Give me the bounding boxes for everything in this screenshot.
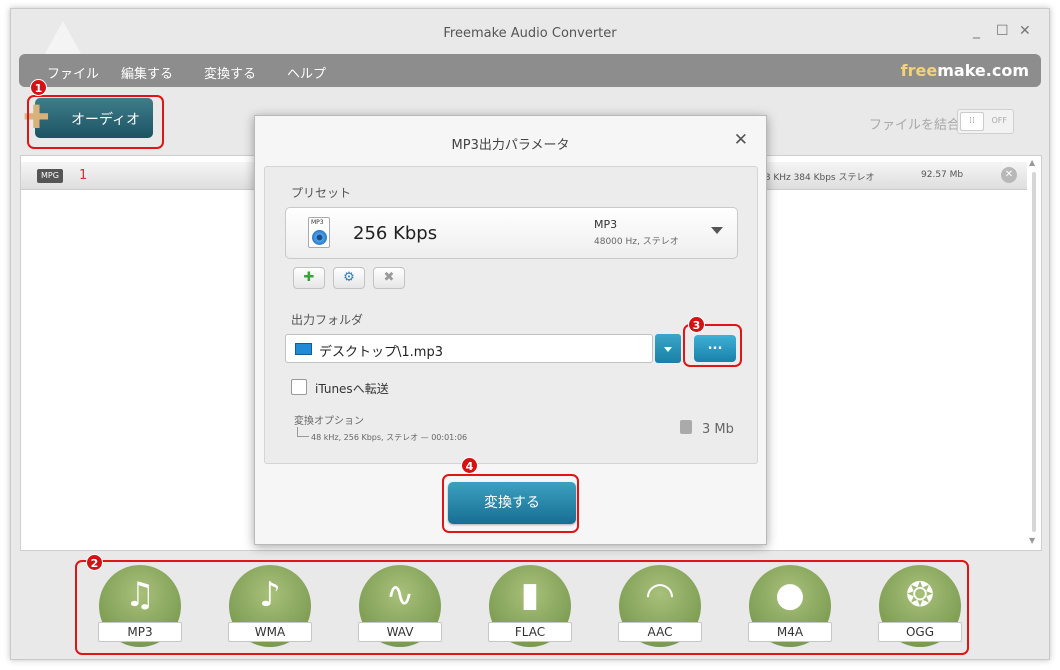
- menu-edit[interactable]: 編集する: [121, 63, 173, 82]
- add-preset-button[interactable]: ✚: [293, 267, 325, 289]
- output-folder-label: 出力フォルダ: [291, 313, 364, 327]
- minimize-button[interactable]: _: [973, 23, 980, 39]
- itunes-label: iTunesへ転送: [315, 382, 389, 396]
- toggle-grip-icon: ⁞⁞: [960, 112, 984, 131]
- delete-preset-button[interactable]: ✖: [373, 267, 405, 289]
- brand-free: free: [900, 61, 938, 80]
- preset-name: 256 Kbps: [353, 223, 438, 244]
- dialog-settings-panel: プリセット MP3 256 Kbps MP3 48000 Hz, ステレオ ✚ …: [264, 166, 758, 464]
- join-files-label: ファイルを結合: [869, 118, 961, 133]
- annotation-badge-4: 4: [461, 457, 478, 474]
- conversion-options-value: 48 kHz, 256 Kbps, ステレオ — 00:01:06: [311, 433, 468, 442]
- file-name: 1: [79, 168, 88, 183]
- tree-line-icon: [297, 427, 309, 437]
- folder-dropdown-button[interactable]: [655, 334, 681, 363]
- join-files-toggle[interactable]: ⁞⁞ OFF: [957, 109, 1014, 134]
- annotation-badge-2: 2: [86, 554, 103, 571]
- menu-bar: ファイル 編集する 変換する ヘルプ freemake.com: [19, 54, 1041, 87]
- annotation-badge-3: 3: [688, 316, 705, 333]
- close-button[interactable]: ✕: [1019, 23, 1031, 39]
- conversion-options-label: 変換オプション: [294, 416, 364, 427]
- preset-select[interactable]: MP3 256 Kbps MP3 48000 Hz, ステレオ: [285, 207, 738, 259]
- maximize-button[interactable]: ☐: [996, 23, 1009, 39]
- scroll-down-icon[interactable]: ▼: [1029, 536, 1035, 545]
- menu-convert[interactable]: 変換する: [204, 63, 256, 82]
- menu-file[interactable]: ファイル: [47, 63, 99, 82]
- remove-file-icon[interactable]: ✕: [1001, 167, 1017, 183]
- brand-link[interactable]: freemake.com: [901, 61, 1029, 80]
- menu-help[interactable]: ヘルプ: [287, 63, 326, 82]
- chevron-down-icon[interactable]: [711, 227, 723, 234]
- output-folder-field[interactable]: デスクトップ\1.mp3: [285, 334, 653, 363]
- file-size: 92.57 Mb: [921, 170, 964, 180]
- dialog-title: MP3出力パラメータ: [451, 138, 570, 153]
- preset-settings-button[interactable]: ⚙: [333, 267, 365, 289]
- brand-make: make.com: [937, 61, 1029, 80]
- dialog-close-icon[interactable]: ✕: [734, 130, 748, 150]
- toggle-state: OFF: [991, 116, 1008, 125]
- file-info: 48 KHz 384 Kbps ステレオ: [759, 173, 875, 183]
- highlight-box-2: [75, 560, 969, 655]
- window-title: Freemake Audio Converter: [443, 26, 617, 41]
- itunes-checkbox[interactable]: [291, 379, 307, 395]
- annotation-badge-1: 1: [30, 79, 47, 96]
- scrollbar[interactable]: ▲ ▼: [1029, 158, 1039, 548]
- desktop-icon: [295, 343, 312, 355]
- file-type-badge: MPG: [37, 169, 63, 183]
- preset-details: 48000 Hz, ステレオ: [594, 237, 679, 247]
- scroll-track[interactable]: [1032, 172, 1036, 532]
- output-folder-value: デスクトップ\1.mp3: [319, 345, 443, 360]
- disc-icon: [312, 230, 327, 245]
- mp3-file-icon: MP3: [308, 217, 330, 248]
- file-size-icon: [680, 420, 692, 434]
- estimated-size: 3 Mb: [702, 422, 734, 437]
- highlight-box-4: [442, 474, 579, 533]
- highlight-box-1: [27, 95, 164, 149]
- preset-label: プリセット: [291, 186, 352, 200]
- mp3-icon-text: MP3: [311, 219, 324, 226]
- preset-format: MP3: [594, 218, 618, 231]
- scroll-up-icon[interactable]: ▲: [1029, 158, 1035, 167]
